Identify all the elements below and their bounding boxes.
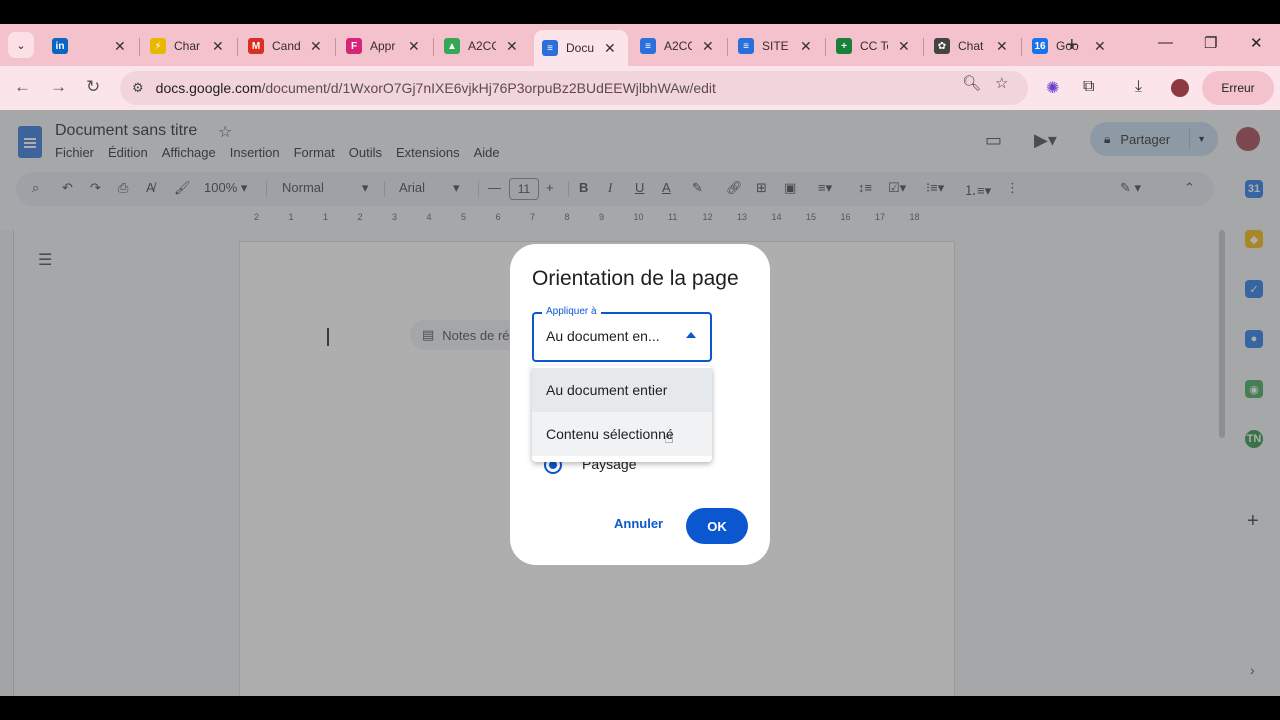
- option-whole-document[interactable]: Au document entier: [532, 368, 712, 412]
- extension-icon[interactable]: ✺: [1046, 78, 1059, 98]
- minimize-button[interactable]: —: [1158, 34, 1173, 51]
- tab-separator: [335, 38, 336, 56]
- back-button[interactable]: ←: [14, 77, 31, 97]
- google-sheets-icon: +: [836, 38, 852, 54]
- linkedin-icon: in: [52, 38, 68, 54]
- browser-tab[interactable]: in ✕: [44, 30, 138, 62]
- option-selected-content[interactable]: Contenu sélectionné: [532, 412, 712, 456]
- close-tab-icon[interactable]: ✕: [996, 38, 1008, 55]
- zoom-icon[interactable]: 🔍︎: [962, 74, 981, 92]
- video-letterbox-bottom: [0, 696, 1280, 720]
- app-icon: F: [346, 38, 362, 54]
- close-tab-icon[interactable]: ✕: [506, 38, 518, 55]
- browser-tab[interactable]: ≡ SITE ✕: [730, 30, 824, 62]
- apply-to-label: Appliquer à: [542, 306, 601, 317]
- tab-separator: [825, 38, 826, 56]
- browser-tab[interactable]: M Cand ✕: [240, 30, 334, 62]
- browser-tab[interactable]: ✿ Chat ✕: [926, 30, 1020, 62]
- close-tab-icon[interactable]: ✕: [702, 38, 714, 55]
- url-text: docs.google.com/document/d/1WxorO7Gj7nIX…: [155, 80, 716, 96]
- tab-search-button[interactable]: ⌄: [8, 32, 34, 58]
- ok-button[interactable]: OK: [686, 508, 748, 544]
- browser-toolbar: ← → ↻ ⚙ docs.google.com/document/d/1Wxor…: [0, 66, 1280, 110]
- tab-separator: [433, 38, 434, 56]
- close-tab-icon[interactable]: ✕: [898, 38, 910, 55]
- hand-pointer-icon: ☝︎: [664, 430, 674, 447]
- profile-avatar[interactable]: [1171, 79, 1189, 97]
- tab-separator: [923, 38, 924, 56]
- tab-label: Cand: [272, 39, 300, 53]
- browser-tab[interactable]: ▲ A2CC ✕: [436, 30, 530, 62]
- tab-label: Chat: [958, 39, 984, 53]
- google-docs-icon: ≡: [542, 40, 558, 56]
- close-tab-icon[interactable]: ✕: [212, 38, 224, 55]
- download-icon[interactable]: ⤓: [1135, 78, 1142, 96]
- close-tab-icon[interactable]: ✕: [408, 38, 420, 55]
- tab-separator: [727, 38, 728, 56]
- browser-tab[interactable]: F Appr ✕: [338, 30, 432, 62]
- chamilo-icon: ⚡: [150, 38, 166, 54]
- apply-to-value: Au document en...: [546, 328, 660, 344]
- gmail-icon: M: [248, 38, 264, 54]
- restore-button[interactable]: ❐: [1204, 34, 1217, 52]
- tab-label: Appr: [370, 39, 396, 53]
- browser-tab[interactable]: + CC To ✕: [828, 30, 922, 62]
- bookmark-star-icon[interactable]: ☆: [995, 74, 1008, 92]
- profile-error-button[interactable]: Erreur: [1202, 71, 1274, 105]
- caret-up-icon: [686, 332, 696, 338]
- new-tab-button[interactable]: +: [1066, 34, 1078, 57]
- browser-tab[interactable]: ≡ A2CC ✕: [632, 30, 726, 62]
- browser-tab[interactable]: ⚡ Char ✕: [142, 30, 236, 62]
- tab-label: Char: [174, 39, 201, 53]
- chatgpt-icon: ✿: [934, 38, 950, 54]
- tab-separator: [139, 38, 140, 56]
- apply-to-dropdown-menu: Au document entier Contenu sélectionné: [532, 366, 712, 462]
- tab-separator: [237, 38, 238, 56]
- close-tab-icon[interactable]: ✕: [114, 38, 126, 55]
- close-tab-icon[interactable]: ✕: [800, 38, 812, 55]
- browser-tab-strip: ⌄ in ✕ ⚡ Char ✕ M Cand ✕ F Appr ✕ ▲ A2CC ✕ ≡ Docu ✕ ≡ A2CC…: [0, 24, 1280, 66]
- close-tab-icon[interactable]: ✕: [1094, 38, 1106, 55]
- tab-label: SITE: [762, 39, 789, 53]
- tab-separator: [1021, 38, 1022, 56]
- dialog-title: Orientation de la page: [532, 267, 739, 290]
- forward-button[interactable]: →: [50, 77, 67, 97]
- browser-tab[interactable]: ≡ Docu ✕: [534, 30, 628, 66]
- video-letterbox-top: [0, 0, 1280, 24]
- reload-button[interactable]: ↻: [86, 77, 100, 97]
- google-calendar-icon: 16: [1032, 38, 1048, 54]
- close-tab-icon[interactable]: ✕: [310, 38, 322, 55]
- site-info-icon[interactable]: ⚙: [132, 80, 144, 96]
- tab-label: A2CC: [664, 39, 692, 53]
- google-drive-icon: ▲: [444, 38, 460, 54]
- tab-label: Docu: [566, 41, 594, 55]
- address-bar[interactable]: ⚙ docs.google.com/document/d/1WxorO7Gj7n…: [120, 71, 1028, 105]
- cancel-button[interactable]: Annuler: [614, 516, 663, 540]
- google-docs-icon: ≡: [738, 38, 754, 54]
- chevron-down-icon: ⌄: [16, 39, 26, 52]
- google-docs-icon: ≡: [640, 38, 656, 54]
- tab-label: CC To: [860, 39, 888, 53]
- close-window-button[interactable]: ✕: [1250, 34, 1263, 52]
- close-tab-icon[interactable]: ✕: [604, 40, 616, 57]
- tab-label: A2CC: [468, 39, 496, 53]
- extensions-puzzle-icon[interactable]: ⧉: [1083, 78, 1094, 96]
